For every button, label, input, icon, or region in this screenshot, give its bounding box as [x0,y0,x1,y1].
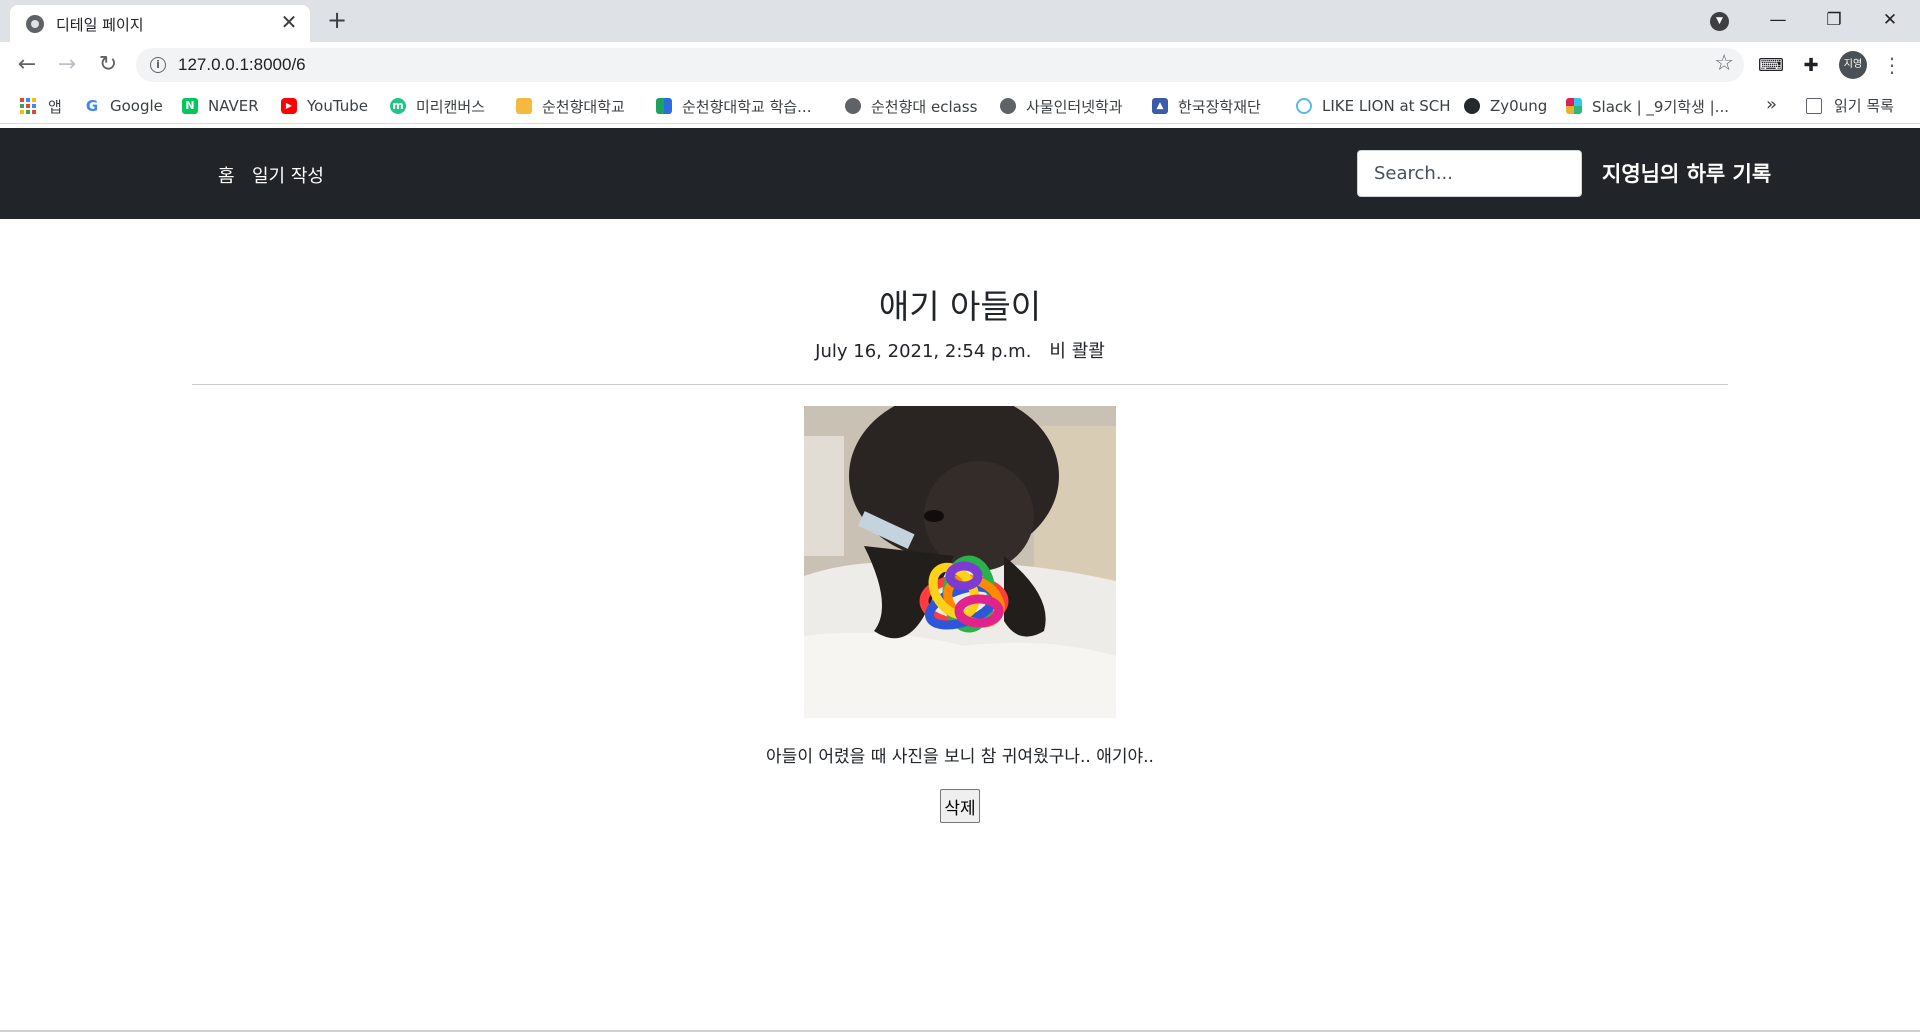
bookmark-miricanvas[interactable]: m 미리캔버스 [390,95,485,117]
browser-tab[interactable]: 디테일 페이지 ✕ [10,5,310,42]
bookmark-naver[interactable]: N NAVER [182,95,259,117]
site-info-icon[interactable]: i [150,57,166,73]
address-bar[interactable]: i 127.0.0.1:8000/6 ☆ [136,48,1744,82]
bookmark-label: Zy0ung [1490,97,1548,115]
sch-icon [516,98,532,114]
browser-tab-strip: 디테일 페이지 ✕ + ▼ — ❐ ✕ [0,0,1920,42]
reading-list-icon [1806,97,1822,114]
bookmark-label: Google [110,97,163,115]
bookmark-label: Slack | _9기학생 |... [1592,97,1729,116]
tab-search-icon[interactable]: ▼ [1710,12,1729,31]
youtube-icon: ▶ [281,98,297,114]
tab-title: 디테일 페이지 [56,16,144,34]
browser-menu-icon[interactable]: ⋮ [1880,51,1904,79]
bookmark-iot[interactable]: 사물인터넷학과 [1000,95,1123,117]
bookmark-kosaf[interactable]: ▲ 한국장학재단 [1152,95,1261,117]
globe-icon [845,98,861,114]
bookmark-label: 순천향대 eclass [871,97,978,116]
profile-avatar[interactable]: 지영 [1839,51,1867,79]
post-title: 애기 아들이 [878,287,1042,326]
bookmark-label: 한국장학재단 [1178,97,1261,116]
reading-list-button[interactable]: 읽기 목록 [1806,95,1894,116]
bookmark-label: LIKE LION at SCH [1322,97,1451,115]
bookmark-sch-learning[interactable]: 순천향대학교 학습... [656,95,811,117]
kosaf-icon: ▲ [1152,98,1168,114]
post-date: July 16, 2021, 2:54 p.m. [815,341,1032,362]
bookmark-github[interactable]: Zy0ung [1464,95,1547,117]
minimize-button[interactable]: — [1750,0,1806,40]
bookmark-label: NAVER [208,97,259,115]
naver-icon: N [182,98,198,114]
bookmark-slack[interactable]: Slack | _9기학생 |... [1566,95,1729,117]
bookmark-sch[interactable]: 순천향대학교 [516,95,625,117]
keyboard-extension-icon[interactable]: ⌨ [1757,52,1785,80]
bookmarks-overflow-button[interactable]: » [1766,94,1777,115]
divider [192,384,1728,385]
bookmark-youtube[interactable]: ▶ YouTube [281,95,368,117]
nav-home-link[interactable]: 홈 [218,162,235,188]
back-button[interactable]: ← [12,50,42,80]
bookmark-label: 사물인터넷학과 [1026,97,1123,116]
window-close-button[interactable]: ✕ [1862,0,1918,40]
extensions-puzzle-icon[interactable]: ✚ [1797,52,1825,80]
apps-grid-icon [20,98,36,114]
bookmark-apps[interactable]: 앱 [20,95,62,117]
bookmark-label: 순천향대학교 학습... [682,97,812,116]
tab-close-icon[interactable]: ✕ [278,11,300,33]
dog-with-toy-image [804,406,1116,718]
browser-toolbar: ← → ↻ i 127.0.0.1:8000/6 ☆ ⌨ ✚ 지영 ⋮ [0,42,1920,88]
google-icon: G [84,97,100,115]
bookmark-label: 순천향대학교 [542,97,625,116]
reload-button[interactable]: ↻ [93,50,123,80]
miricanvas-icon: m [390,98,406,114]
delete-button[interactable]: 삭제 [940,789,980,823]
bookmark-label: 앱 [48,97,62,116]
sch-learning-icon [656,98,672,114]
globe-icon [1000,98,1016,114]
bookmark-google[interactable]: G Google [84,95,163,117]
post-meta: July 16, 2021, 2:54 p.m. 비 콸콸 [0,337,1920,363]
likelion-icon [1296,98,1312,114]
bookmark-eclass[interactable]: 순천향대 eclass [845,95,977,117]
site-navbar: 홈 일기 작성 지영님의 하루 기록 [0,128,1920,219]
forward-button[interactable]: → [52,50,82,80]
bookmark-label: 미리캔버스 [416,97,486,116]
github-icon [1464,98,1480,114]
post-weather: 비 콸콸 [1049,341,1105,362]
nav-write-diary-link[interactable]: 일기 작성 [252,162,324,188]
bookmark-star-icon[interactable]: ☆ [1714,51,1734,76]
bookmark-likelion[interactable]: LIKE LION at SCH [1296,95,1451,117]
globe-icon [26,15,44,33]
search-input[interactable] [1357,150,1582,197]
bookmarks-bar: 앱 G Google N NAVER ▶ YouTube m 미리캔버스 순천향… [0,88,1920,124]
bookmark-label: YouTube [307,97,368,115]
url-text[interactable]: 127.0.0.1:8000/6 [178,55,306,75]
reading-list-label: 읽기 목록 [1834,97,1894,115]
post-photo [804,406,1116,718]
restore-button[interactable]: ❐ [1806,0,1862,40]
new-tab-button[interactable]: + [322,6,352,36]
site-brand[interactable]: 지영님의 하루 기록 [1602,158,1771,188]
post-body: 아들이 어렸을 때 사진을 보니 참 귀여웠구나.. 애기야.. [766,747,1154,767]
slack-icon [1566,98,1582,114]
